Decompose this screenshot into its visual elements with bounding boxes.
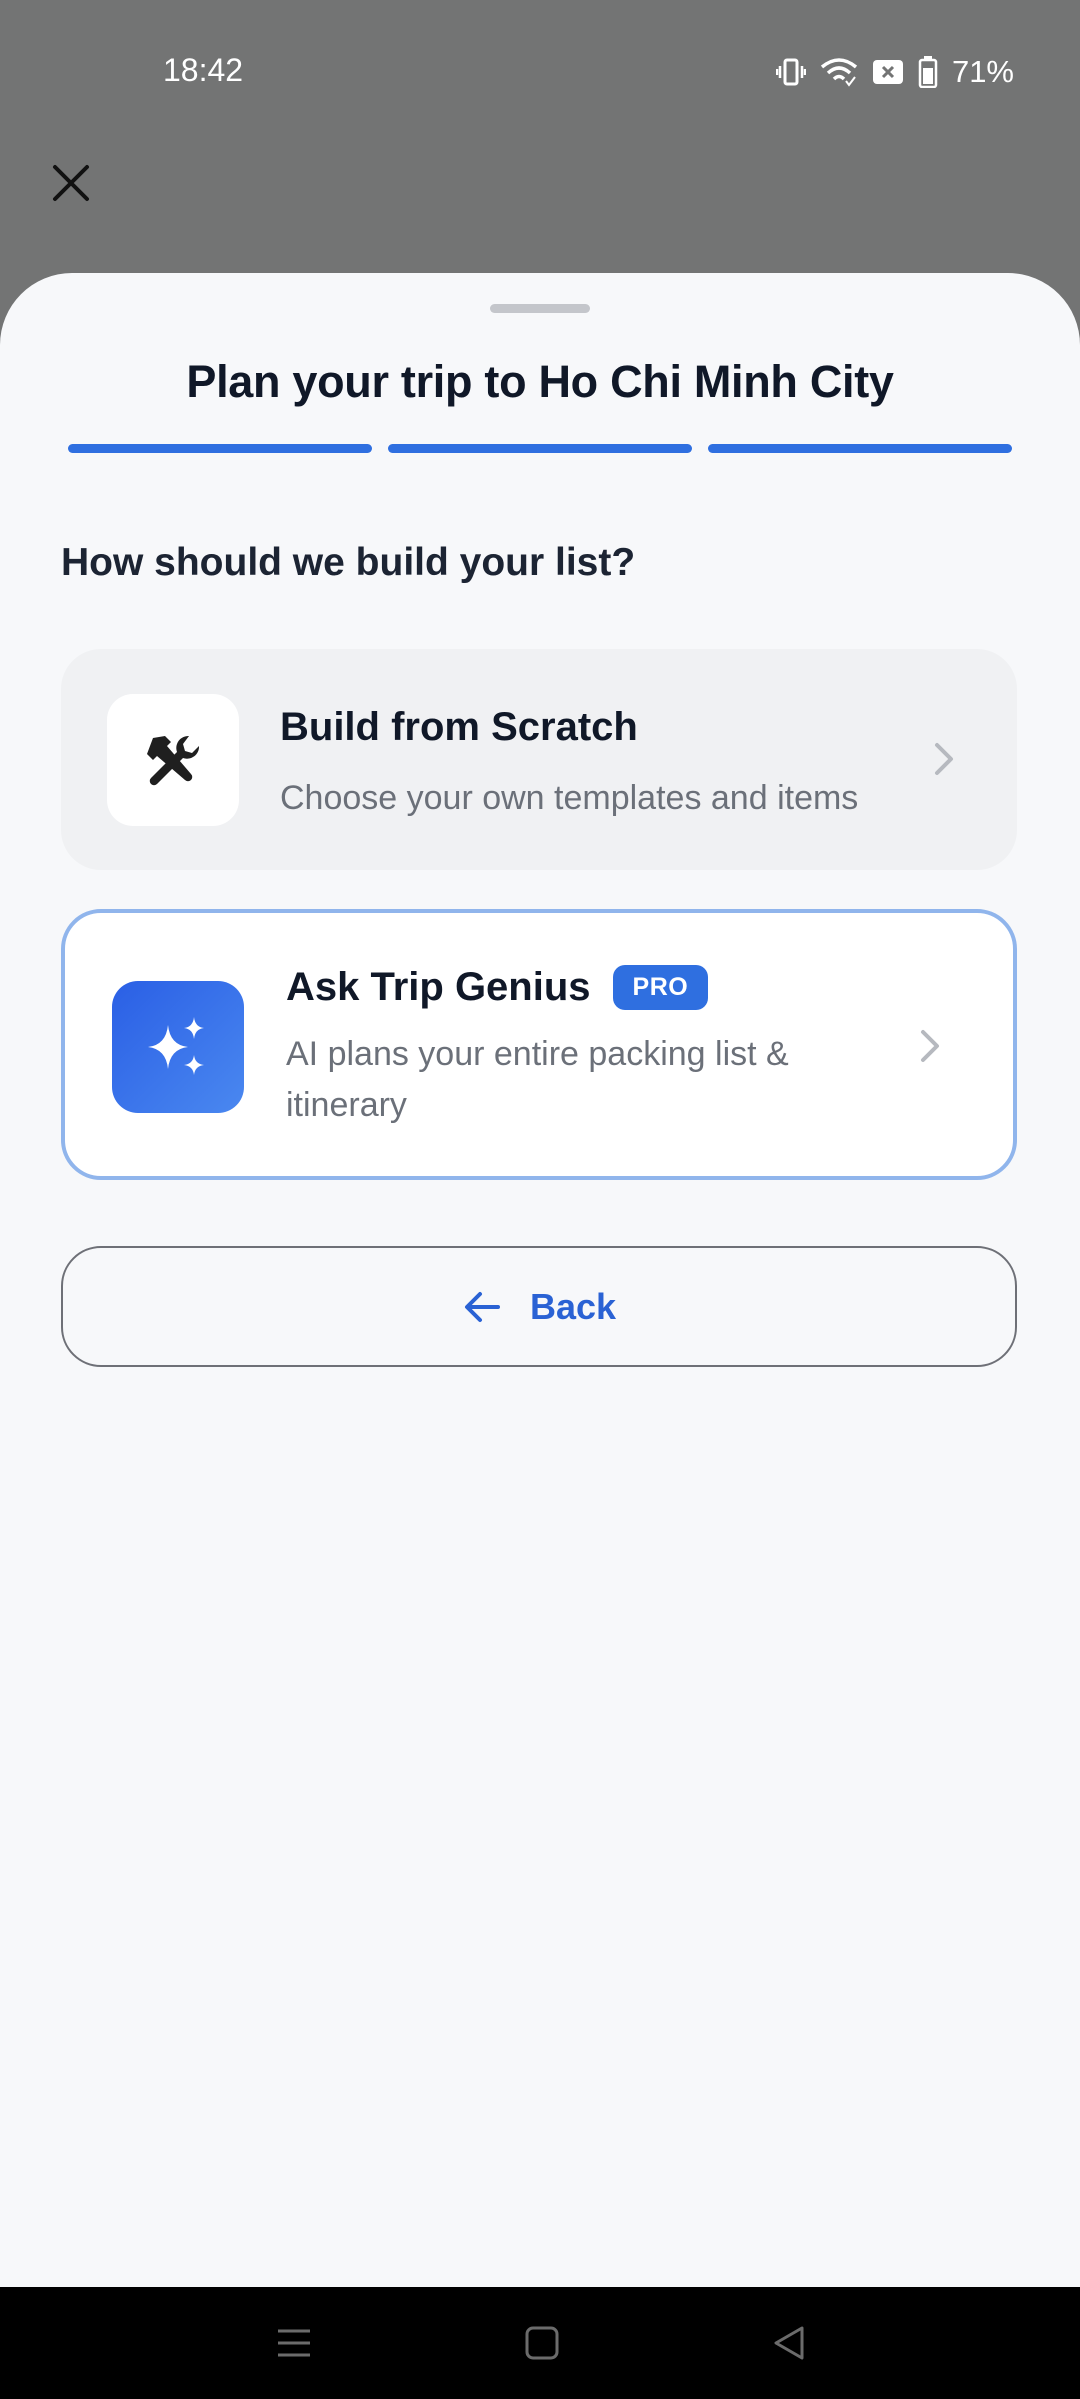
back-button[interactable]: Back <box>61 1246 1017 1367</box>
close-icon <box>53 165 89 201</box>
option-title-text: Ask Trip Genius <box>286 965 591 1009</box>
drag-handle[interactable] <box>490 304 590 313</box>
pro-badge: PRO <box>612 965 709 1010</box>
battery-icon <box>918 56 938 88</box>
bottom-sheet: Plan your trip to Ho Chi Minh City How s… <box>0 273 1080 2287</box>
status-bar: 18:42 71% <box>0 0 1080 144</box>
step-progress <box>68 444 1012 453</box>
option-title: Ask Trip Genius PRO <box>286 965 709 1010</box>
vibrate-icon <box>775 57 806 87</box>
chevron-right-icon <box>935 743 953 775</box>
status-icons: 71% <box>775 52 1014 92</box>
sparkles-icon-tile <box>112 981 244 1113</box>
ask-trip-genius-option[interactable]: Ask Trip Genius PRO AI plans your entire… <box>61 909 1017 1180</box>
home-square-icon[interactable] <box>522 2323 562 2363</box>
progress-step-3 <box>708 444 1012 453</box>
option-title: Build from Scratch <box>280 705 638 749</box>
question-heading: How should we build your list? <box>61 541 636 584</box>
build-from-scratch-option[interactable]: Build from Scratch Choose your own templ… <box>61 649 1017 870</box>
chevron-right-icon <box>921 1030 939 1062</box>
wifi-icon <box>820 57 858 87</box>
no-sim-icon <box>872 58 904 86</box>
tools-icon-tile <box>107 694 239 826</box>
progress-step-1 <box>68 444 372 453</box>
status-time: 18:42 <box>163 52 244 88</box>
tools-icon <box>147 735 200 786</box>
back-button-label: Back <box>529 1285 617 1327</box>
option-subtitle: AI plans your entire packing list & itin… <box>286 1035 789 1124</box>
sparkles-icon <box>148 1017 204 1075</box>
battery-percentage: 71% <box>951 54 1014 89</box>
back-triangle-icon[interactable] <box>770 2323 810 2363</box>
sheet-title: Plan your trip to Ho Chi Minh City <box>186 356 894 407</box>
progress-step-2 <box>388 444 692 453</box>
close-button[interactable] <box>44 156 98 210</box>
system-nav-bar <box>0 2287 1080 2399</box>
arrow-left-icon <box>464 1291 500 1322</box>
option-subtitle: Choose your own templates and items <box>280 779 859 817</box>
recents-menu-icon[interactable] <box>274 2323 314 2363</box>
